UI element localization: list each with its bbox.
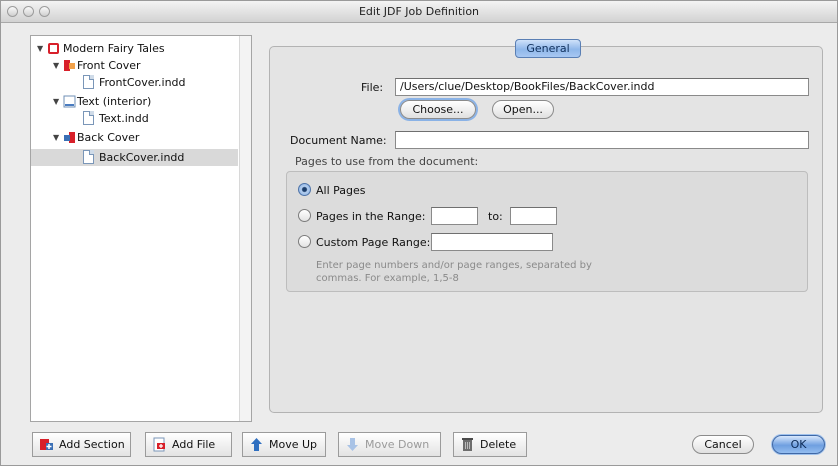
dialog-window: Edit JDF Job Definition ▼ Modern Fairy T…: [0, 0, 838, 466]
add-file-label: Add File: [172, 438, 216, 451]
tree-item-label: Text (interior): [77, 95, 152, 108]
pages-group-label: Pages to use from the document:: [295, 155, 479, 168]
text-section-icon: [63, 95, 76, 108]
move-up-label: Move Up: [269, 438, 318, 451]
window-title: Edit JDF Job Definition: [358, 5, 480, 18]
add-section-icon: [40, 439, 53, 450]
move-up-button[interactable]: Move Up: [242, 432, 326, 457]
job-tree: ▼ Modern Fairy Tales ▼ Front Cover Front…: [30, 35, 252, 422]
tree-item-label: Modern Fairy Tales: [63, 42, 165, 55]
tree-item-label: Back Cover: [77, 131, 140, 144]
tree-scrollbar[interactable]: [239, 36, 251, 421]
custom-range-field[interactable]: [431, 233, 553, 251]
tree-item-label: Front Cover: [77, 59, 141, 72]
disclosure-triangle-icon[interactable]: ▼: [53, 93, 59, 110]
tree-item-text-indd[interactable]: Text.indd: [31, 110, 238, 127]
delete-label: Delete: [480, 438, 517, 451]
tree-item-frontcover-indd[interactable]: FrontCover.indd: [31, 74, 238, 91]
choose-button[interactable]: Choose...: [400, 100, 476, 119]
close-window-button[interactable]: [7, 6, 18, 17]
zoom-window-button[interactable]: [39, 6, 50, 17]
back-cover-section-icon: [64, 132, 75, 143]
tree-item-text-interior[interactable]: ▼ Text (interior): [31, 93, 238, 110]
move-down-button[interactable]: Move Down: [338, 432, 441, 457]
all-pages-label[interactable]: All Pages: [316, 184, 366, 197]
add-section-button[interactable]: Add Section: [32, 432, 131, 457]
open-button[interactable]: Open...: [492, 100, 554, 119]
trash-icon: [462, 438, 473, 451]
add-file-button[interactable]: Add File: [145, 432, 232, 457]
add-file-icon: [153, 437, 165, 452]
document-name-field[interactable]: [395, 131, 809, 149]
custom-range-label[interactable]: Custom Page Range:: [316, 236, 430, 249]
add-section-label: Add Section: [59, 438, 125, 451]
document-icon: [83, 75, 94, 89]
range-to-label: to:: [488, 210, 503, 223]
tab-general[interactable]: General: [515, 39, 581, 58]
file-path-field[interactable]: /Users/clue/Desktop/BookFiles/BackCover.…: [395, 78, 809, 96]
tree-item-modern-fairy-tales[interactable]: ▼ Modern Fairy Tales: [31, 40, 238, 57]
tree-item-backcover-indd[interactable]: BackCover.indd: [31, 149, 238, 166]
title-bar: Edit JDF Job Definition: [1, 1, 837, 23]
file-label: File:: [361, 81, 384, 94]
move-down-label: Move Down: [365, 438, 430, 451]
range-hint-line-2: commas. For example, 1,5-8: [316, 273, 459, 284]
disclosure-triangle-icon[interactable]: ▼: [53, 129, 59, 146]
tree-item-back-cover[interactable]: ▼ Back Cover: [31, 129, 238, 146]
delete-button[interactable]: Delete: [453, 432, 527, 457]
minimize-window-button[interactable]: [23, 6, 34, 17]
page-range-radio[interactable]: [298, 209, 311, 222]
disclosure-triangle-icon[interactable]: ▼: [53, 57, 59, 74]
cancel-button[interactable]: Cancel: [692, 435, 754, 454]
book-icon: [48, 43, 59, 54]
cover-section-icon: [64, 60, 75, 71]
page-range-label[interactable]: Pages in the Range:: [316, 210, 426, 223]
document-icon: [83, 150, 94, 164]
ok-button[interactable]: OK: [772, 435, 825, 454]
tree-item-label: FrontCover.indd: [99, 76, 186, 89]
arrow-up-icon: [251, 438, 262, 451]
tree-item-label: Text.indd: [99, 112, 149, 125]
tree-item-label: BackCover.indd: [99, 151, 185, 164]
tree-item-front-cover[interactable]: ▼ Front Cover: [31, 57, 238, 74]
custom-range-radio[interactable]: [298, 235, 311, 248]
all-pages-radio[interactable]: [298, 183, 311, 196]
document-icon: [83, 111, 94, 125]
document-name-label: Document Name:: [290, 134, 387, 147]
range-hint-line-1: Enter page numbers and/or page ranges, s…: [316, 260, 592, 271]
range-to-field[interactable]: [510, 207, 557, 225]
window-controls: [7, 6, 50, 17]
range-from-field[interactable]: [431, 207, 478, 225]
disclosure-triangle-icon[interactable]: ▼: [37, 40, 43, 57]
arrow-down-icon: [347, 438, 358, 451]
